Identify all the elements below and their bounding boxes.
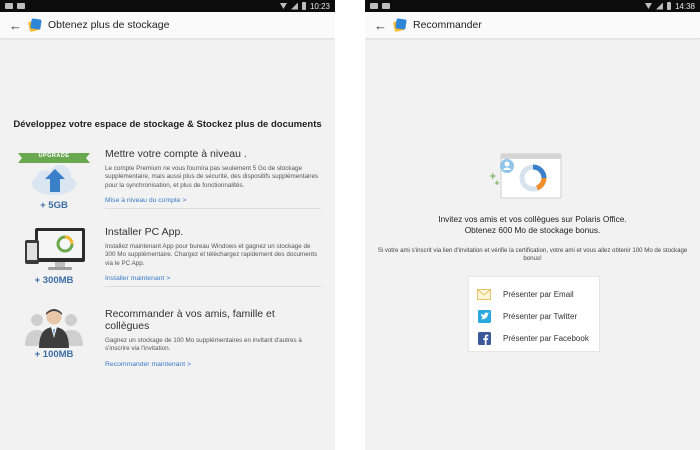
page-title: Recommander: [413, 19, 482, 31]
recommend-amount: + 100MB: [34, 349, 74, 360]
upgrade-title: Mettre votre compte à niveau .: [105, 148, 247, 160]
share-email-option[interactable]: Présenter par Email: [477, 283, 599, 305]
invite-headline: Invitez vos amis et vos collègues sur Po…: [385, 214, 680, 236]
storage-heading: Développez votre espace de stockage & St…: [13, 119, 322, 130]
recommend-description: Gagnez un stockage de 100 Mo supplémenta…: [105, 337, 302, 353]
invite-headline-line-1: Invitez vos amis et vos collègues sur Po…: [438, 214, 627, 224]
pc-app-description: Installez maintenant App pour bureau Win…: [105, 243, 318, 267]
upgrade-illustration: UPGRADE: [15, 148, 93, 208]
back-arrow-icon[interactable]: ←: [9, 19, 23, 32]
battery-icon: [666, 2, 671, 10]
status-bar: 10:23: [0, 0, 335, 12]
pc-app-title: Installer PC App.: [105, 226, 184, 238]
pc-app-amount: + 300MB: [34, 275, 74, 286]
recommend-now-link[interactable]: Recommander maintenant >: [105, 361, 321, 372]
share-facebook-label: Présenter par Facebook: [503, 333, 589, 343]
share-facebook-option[interactable]: Présenter par Facebook: [477, 327, 599, 349]
app-bar: ← Recommander: [365, 12, 700, 39]
invite-headline-line-2: Obtenez 600 Mo de stockage bonus.: [464, 225, 601, 235]
status-time: 10:23: [309, 1, 330, 11]
pc-app-text: Installer PC App. Installez maintenant A…: [105, 226, 321, 288]
invite-illustration-icon: + +: [489, 153, 562, 199]
share-twitter-option[interactable]: Présenter par Twitter: [477, 305, 599, 327]
recommend-text: Recommander à vos amis, famille et collè…: [105, 308, 321, 372]
notification-icon: [5, 3, 13, 9]
feature-recommend: + 100MB Recommander à vos amis, famille …: [15, 308, 321, 378]
desktop-monitor-icon: [25, 228, 85, 270]
notification-icon: [370, 3, 378, 9]
upgrade-text: Mettre votre compte à niveau . Le compte…: [105, 148, 321, 210]
share-email-label: Présenter par Email: [503, 289, 574, 299]
upgrade-badge: UPGRADE: [38, 153, 70, 159]
upgrade-link[interactable]: Mise à niveau du compte >: [105, 197, 321, 210]
app-bar: ← Obtenez plus de stockage: [0, 12, 335, 39]
storage-screen: 10:23 ← Obtenez plus de stockage Dévelop…: [0, 0, 335, 450]
feature-upgrade: UPGRADE + 5GB Mettre votre compte à nive…: [15, 148, 321, 218]
install-now-link[interactable]: Installer maintenant >: [105, 275, 321, 288]
battery-icon: [301, 2, 306, 10]
recommend-title: Recommander à vos amis, famille et collè…: [105, 308, 275, 332]
back-arrow-icon[interactable]: ←: [374, 19, 388, 32]
twitter-icon: [477, 309, 491, 323]
upgrade-amount: + 5GB: [40, 200, 68, 211]
wifi-icon: [644, 3, 652, 9]
people-icon: [25, 309, 83, 348]
mail-icon: [477, 288, 491, 301]
share-twitter-label: Présenter par Twitter: [503, 311, 578, 321]
upgrade-description: Le compte Premium ne vous fournira pas s…: [105, 165, 319, 189]
recommend-screen: 14:38 ← Recommander + + Invitez vos amis…: [365, 0, 700, 450]
image-notification-icon: [17, 3, 25, 9]
invite-description: Si votre ami s'inscrit via lien d'invita…: [377, 247, 688, 262]
signal-icon: [290, 2, 298, 10]
page-title: Obtenez plus de stockage: [48, 19, 170, 31]
wifi-icon: [279, 3, 287, 9]
polaris-logo-icon: [393, 18, 407, 32]
chat-notification-icon: [382, 3, 390, 9]
feature-pc-app: + 300MB Installer PC App. Installez main…: [15, 226, 321, 296]
svg-text:+: +: [494, 179, 500, 187]
facebook-icon: [477, 331, 491, 345]
share-options-card: Présenter par Email Présenter par Twitte…: [468, 276, 600, 352]
signal-icon: [655, 2, 663, 10]
polaris-logo-icon: [28, 18, 42, 32]
status-bar: 14:38: [365, 0, 700, 12]
status-time: 14:38: [674, 1, 695, 11]
